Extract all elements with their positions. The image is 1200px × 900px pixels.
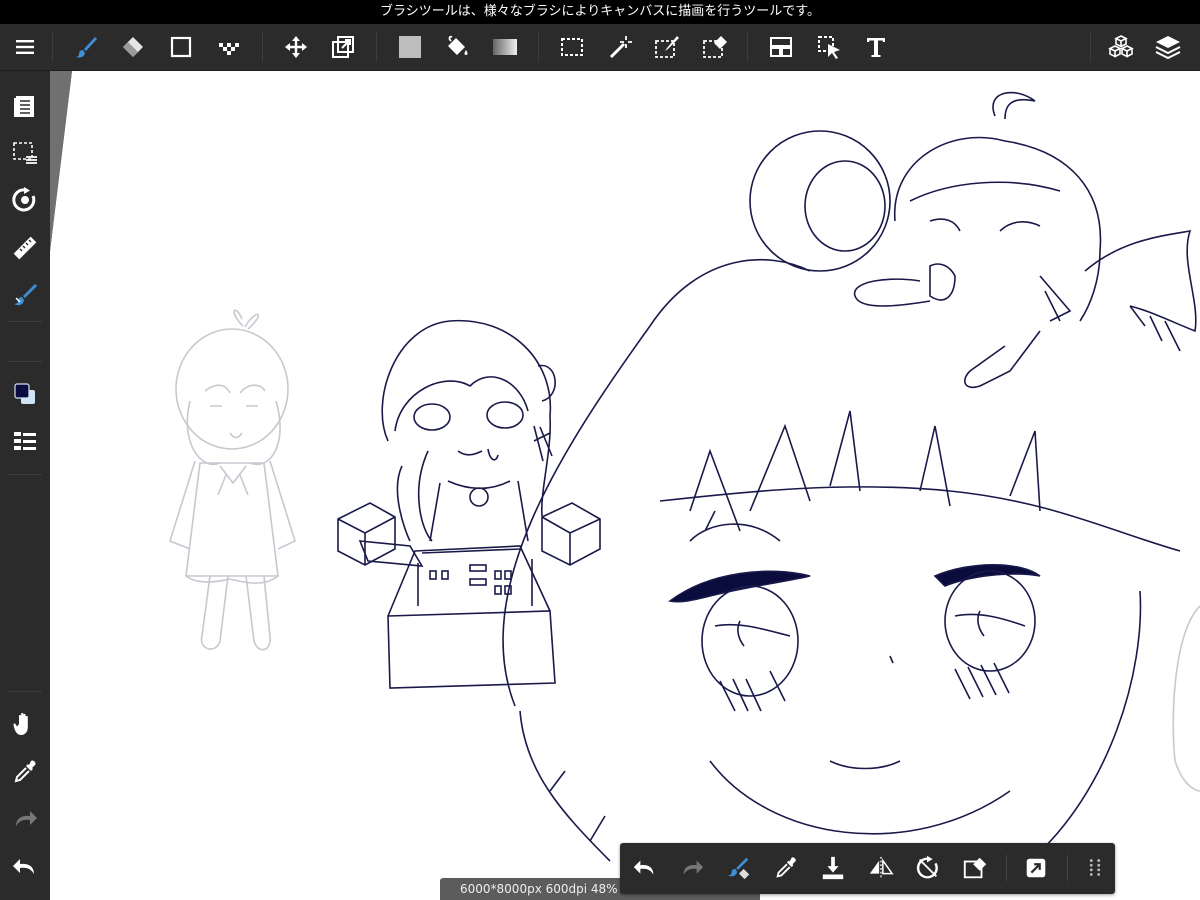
bucket-icon[interactable] (434, 24, 480, 70)
material-icon[interactable] (1098, 24, 1144, 70)
layer-list-icon[interactable] (0, 419, 50, 465)
canvas-area[interactable] (50, 71, 1200, 900)
quick-access-bar (620, 843, 1115, 894)
menu-icon[interactable] (2, 24, 48, 70)
status-bar: ブラシツールは、様々なブラシによりキャンバスに描画を行うツールです。 (0, 0, 1200, 24)
flip-icon[interactable] (858, 845, 904, 891)
pages-icon[interactable] (0, 83, 50, 129)
hand-icon[interactable] (0, 701, 50, 747)
dot-icon[interactable] (206, 24, 252, 70)
fill-icon[interactable] (387, 24, 433, 70)
select-icon[interactable] (549, 24, 595, 70)
selection-list-icon[interactable] (0, 130, 50, 176)
ruler-icon[interactable] (0, 225, 50, 271)
undo-icon[interactable] (622, 845, 668, 891)
status-message: ブラシツールは、様々なブラシによりキャンバスに描画を行うツールです。 (380, 4, 820, 19)
text-icon[interactable] (853, 24, 899, 70)
eyedropper-icon[interactable] (763, 845, 809, 891)
grid-icon[interactable] (1072, 845, 1118, 891)
send-icon[interactable] (1013, 845, 1059, 891)
operation-icon[interactable] (806, 24, 852, 70)
download-icon[interactable] (810, 845, 856, 891)
brush-eraser-toggle-icon[interactable] (716, 845, 762, 891)
drawing-canvas[interactable] (50, 71, 1200, 900)
top-toolbar (0, 24, 1200, 71)
select-eraser-icon[interactable] (692, 24, 738, 70)
layers-icon[interactable] (1145, 24, 1191, 70)
canvas-info-text: 6000*8000px 600dpi 48% ∠ (460, 882, 633, 896)
rotate-reset-icon[interactable] (905, 845, 951, 891)
magic-wand-icon[interactable] (597, 24, 643, 70)
eraser-icon[interactable] (110, 24, 156, 70)
clear-icon[interactable] (952, 845, 998, 891)
color-swatch[interactable] (0, 371, 50, 417)
select-pen-icon[interactable] (644, 24, 690, 70)
redo-icon[interactable] (0, 796, 50, 842)
eyedropper-icon[interactable] (0, 749, 50, 795)
rotate-canvas-icon[interactable] (0, 177, 50, 223)
panel-icon[interactable] (758, 24, 804, 70)
undo-icon[interactable] (0, 844, 50, 890)
brush-settings-icon[interactable] (0, 272, 50, 318)
move-icon[interactable] (273, 24, 319, 70)
redo-icon[interactable] (669, 845, 715, 891)
gradient-icon[interactable] (482, 24, 528, 70)
transform-icon[interactable] (320, 24, 366, 70)
brush-icon[interactable] (64, 24, 110, 70)
shape-icon[interactable] (158, 24, 204, 70)
left-sidebar (0, 71, 50, 900)
